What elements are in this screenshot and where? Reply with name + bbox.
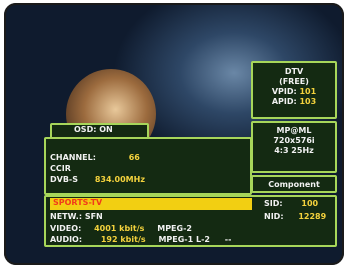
output-label: Component: [268, 180, 320, 189]
system-label: DVB-S: [50, 175, 79, 184]
vpid-value: 101: [299, 87, 317, 96]
network-label: NETW.: SFN: [50, 212, 103, 221]
apid-row: APID: 103: [253, 97, 335, 107]
osd-status-label: OSD: ON: [74, 125, 113, 134]
frequency-row: DVB-S 834.00MHz: [50, 175, 145, 185]
channel-value: 66: [128, 153, 140, 162]
channel-info-panel: CHANNEL: 66 CCIR DVB-S 834.00MHz: [44, 137, 252, 195]
audio-extra: --: [224, 235, 232, 244]
video-profile: MP@ML: [276, 126, 312, 135]
apid-value: 103: [299, 97, 317, 106]
video-rate: 4001 kbit/s: [94, 224, 145, 233]
vpid-row: VPID: 101: [253, 87, 335, 97]
video-aspect-rate: 4:3 25Hz: [274, 146, 314, 155]
sid-row: SID: 100: [264, 199, 318, 209]
dtv-type: (FREE): [279, 77, 309, 86]
channel-row: CHANNEL: 66: [50, 153, 140, 163]
channel-standard: CCIR: [50, 164, 71, 173]
tv-screen: OSD: ON DTV (FREE) VPID: 101 APID: 103 M…: [4, 3, 344, 265]
audio-rate: 192 kbit/s: [100, 235, 146, 244]
service-info-panel: SPORTS-TV SID: 100 NETW.: SFN NID: 12289…: [44, 195, 337, 247]
video-codec: MPEG-2: [157, 224, 192, 233]
video-label: VIDEO:: [50, 224, 82, 233]
video-resolution: 720x576i: [273, 136, 315, 145]
sid-value: 100: [301, 199, 319, 208]
service-name-bar: SPORTS-TV: [50, 198, 252, 210]
video-stream-row: VIDEO: 4001 kbit/s MPEG-2: [50, 224, 192, 234]
audio-stream-row: AUDIO: 192 kbit/s MPEG-1 L-2 --: [50, 235, 231, 245]
dtv-info-panel: DTV (FREE) VPID: 101 APID: 103: [251, 61, 337, 119]
nid-row: NID: 12289: [264, 212, 326, 222]
vpid-label: VPID:: [271, 87, 297, 96]
apid-label: APID:: [271, 97, 297, 106]
nid-label: NID:: [264, 212, 284, 221]
nid-value: 12289: [298, 212, 327, 221]
frequency-value: 834.00MHz: [94, 175, 145, 184]
audio-label: AUDIO:: [50, 235, 83, 244]
dtv-title: DTV: [284, 67, 304, 76]
channel-label: CHANNEL:: [50, 153, 96, 162]
sid-label: SID:: [264, 199, 283, 208]
video-format-panel: MP@ML 720x576i 4:3 25Hz: [251, 121, 337, 173]
audio-codec: MPEG-1 L-2: [158, 235, 210, 244]
output-panel: Component: [251, 175, 337, 193]
